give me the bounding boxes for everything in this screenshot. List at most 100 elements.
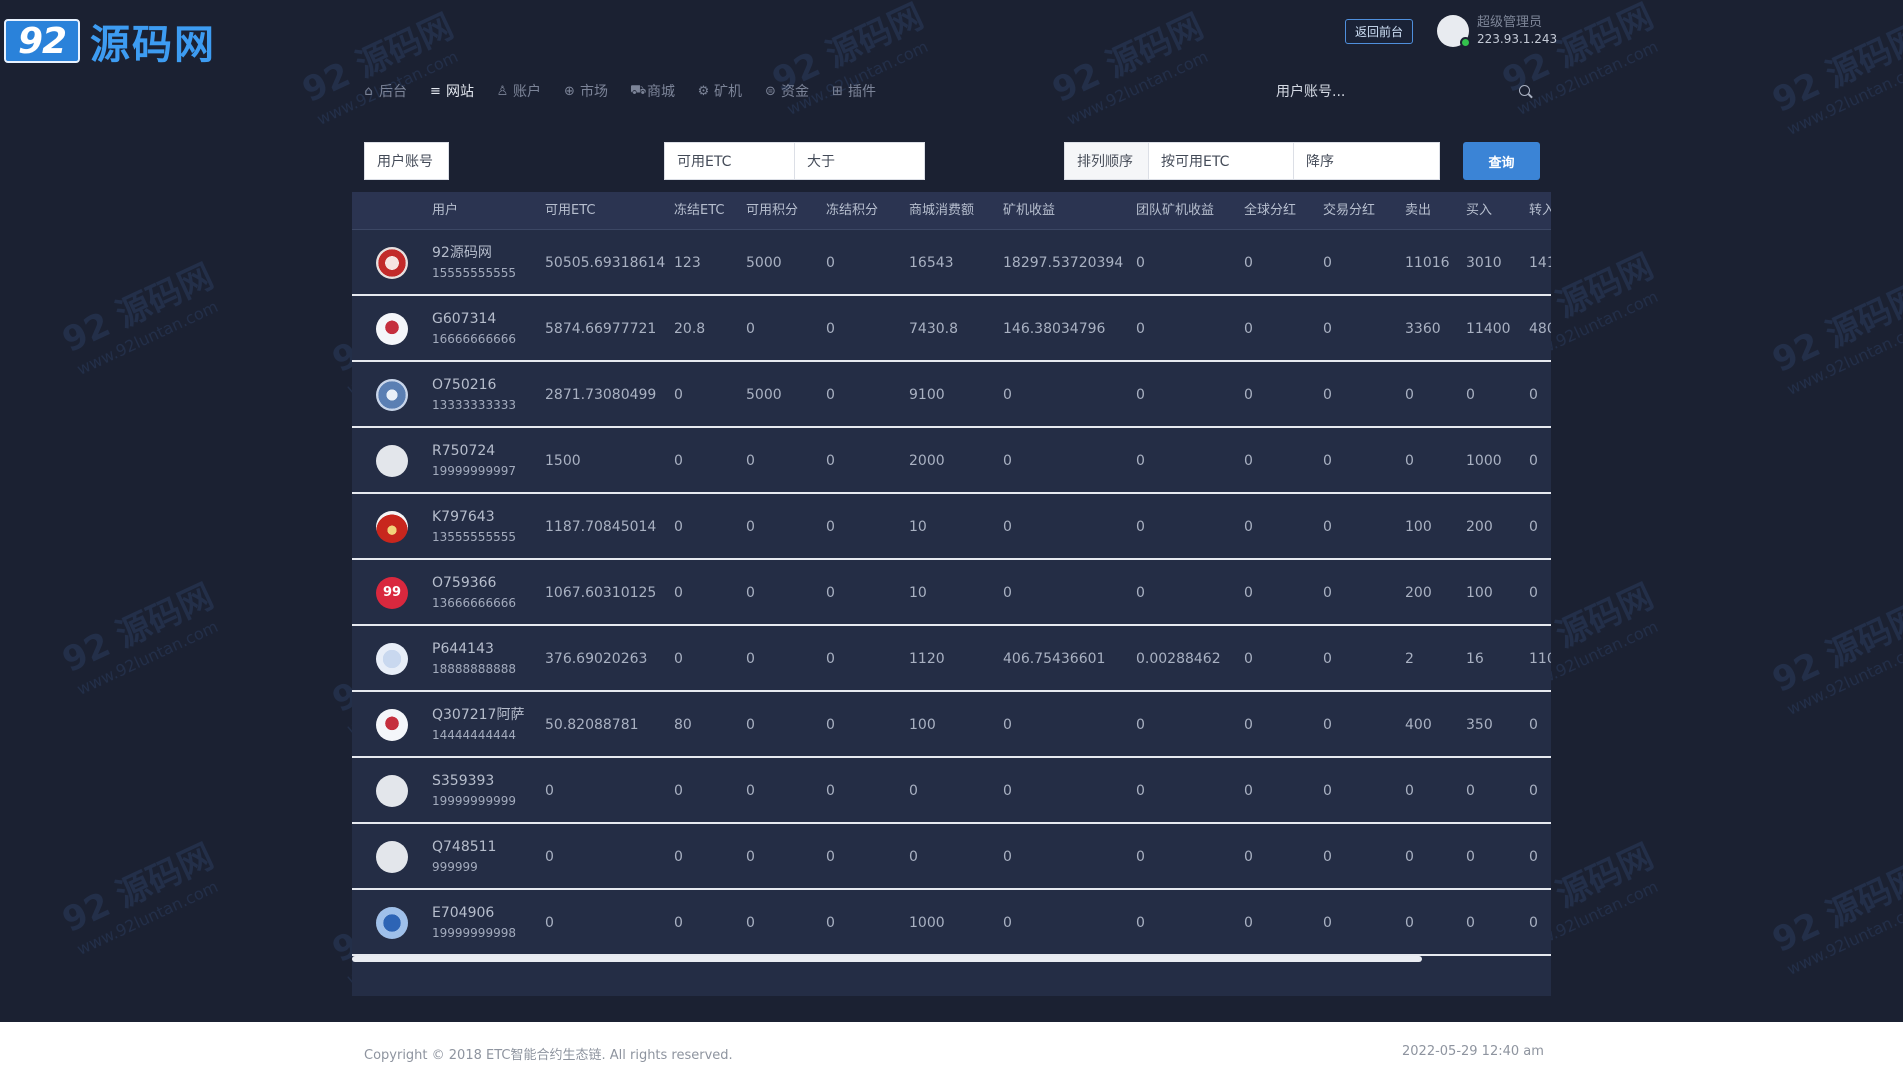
user-name[interactable]: Q307217阿萨 bbox=[432, 705, 524, 725]
scrollbar-thumb[interactable] bbox=[352, 956, 1422, 962]
avatar[interactable] bbox=[1437, 15, 1471, 48]
user-cell[interactable]: S359393 19999999999 bbox=[432, 771, 516, 811]
table-cell: 0 bbox=[1003, 849, 1012, 865]
table-cell: 0 bbox=[746, 783, 755, 799]
compare-select[interactable]: 大于 bbox=[794, 142, 925, 180]
column-header[interactable]: 矿机收益 bbox=[1003, 192, 1055, 230]
account-filter-input[interactable]: 用户账号 bbox=[364, 142, 449, 180]
column-header[interactable]: 卖出 bbox=[1405, 192, 1431, 230]
table-cell: 0 bbox=[1136, 453, 1145, 469]
table-cell: 0 bbox=[746, 453, 755, 469]
admin-profile[interactable]: 超级管理员 223.93.1.243 bbox=[1437, 14, 1557, 48]
user-cell[interactable]: O750216 13333333333 bbox=[432, 375, 516, 415]
table-cell: 0 bbox=[746, 915, 755, 931]
column-header[interactable]: 全球分红 bbox=[1244, 192, 1296, 230]
table-cell: 0 bbox=[545, 783, 554, 799]
nav-item-3[interactable]: ⊕ 市场 bbox=[563, 81, 608, 101]
user-cell[interactable]: R750724 19999999997 bbox=[432, 441, 516, 481]
user-cell[interactable]: P644143 18888888888 bbox=[432, 639, 516, 679]
table-row[interactable]: K797643 13555555555 1187.70845014 0 0 0 10 0 0 0 0… bbox=[352, 494, 1551, 560]
column-header[interactable]: 可用积分 bbox=[746, 192, 798, 230]
table-row[interactable]: 99 O759366 13666666666 1067.60310125 0 0 0 10 0 0… bbox=[352, 560, 1551, 626]
table-row[interactable]: P644143 18888888888 376.69020263 0 0 0 1120 406… bbox=[352, 626, 1551, 692]
query-button[interactable]: 查询 bbox=[1463, 142, 1540, 180]
footer: Copyright © 2018 ETC智能合约生态链. All rights … bbox=[0, 1022, 1903, 1082]
nav-item-1[interactable]: ≡ 网站 bbox=[429, 81, 474, 101]
user-cell[interactable]: Q307217阿萨 14444444444 bbox=[432, 705, 524, 745]
table-row[interactable]: E704906 19999999998 0 0 0 0 1000 0 0 0 0 0 0 0 bbox=[352, 890, 1551, 956]
table-cell: 0 bbox=[909, 849, 918, 865]
table-row[interactable]: G607314 16666666666 5874.66977721 20.8 0 0 743… bbox=[352, 296, 1551, 362]
user-cell[interactable]: 92源码网 15555555555 bbox=[432, 243, 516, 283]
sort-field-select[interactable]: 按可用ETC bbox=[1148, 142, 1294, 180]
column-header[interactable]: 商城消费额 bbox=[909, 192, 974, 230]
table-cell: 0 bbox=[1529, 585, 1538, 601]
user-name[interactable]: S359393 bbox=[432, 771, 516, 791]
table-cell: 0 bbox=[746, 321, 755, 337]
table-cell: 0 bbox=[1136, 321, 1145, 337]
column-header[interactable]: 可用ETC bbox=[545, 192, 595, 230]
table-cell: 0 bbox=[1003, 585, 1012, 601]
copyright-text: Copyright © 2018 ETC智能合约生态链. All rights … bbox=[364, 1048, 733, 1063]
table-cell: 480 bbox=[1529, 321, 1551, 337]
user-name[interactable]: O750216 bbox=[432, 375, 516, 395]
user-name[interactable]: E704906 bbox=[432, 903, 516, 923]
column-header[interactable]: 买入 bbox=[1466, 192, 1492, 230]
table-cell: 50.82088781 bbox=[545, 717, 639, 733]
table-row[interactable]: R750724 19999999997 1500 0 0 0 2000 0 0 0 0 0 1000 0 bbox=[352, 428, 1551, 494]
nav-item-6[interactable]: ⊜ 资金 bbox=[764, 81, 809, 101]
user-cell[interactable]: O759366 13666666666 bbox=[432, 573, 516, 613]
filter-bar: 用户账号 可用ETC 大于 排列顺序 按可用ETC 降序 bbox=[0, 142, 1903, 180]
column-header[interactable]: 冻结ETC bbox=[674, 192, 724, 230]
nav-item-5[interactable]: ⚙ 矿机 bbox=[697, 81, 742, 101]
user-cell[interactable]: E704906 19999999998 bbox=[432, 903, 516, 943]
watermark: 92 源码网www.92luntan.com bbox=[56, 576, 221, 699]
column-header[interactable]: 用户 bbox=[432, 192, 458, 230]
column-header[interactable]: 转入 bbox=[1529, 192, 1551, 230]
column-header[interactable]: 交易分红 bbox=[1323, 192, 1375, 230]
table-cell: 0 bbox=[674, 783, 683, 799]
nav-item-label: 商城 bbox=[647, 84, 675, 100]
horizontal-scrollbar[interactable] bbox=[352, 956, 1551, 964]
table-cell: 0 bbox=[1323, 453, 1332, 469]
nav-item-4[interactable]: ⛟ 商城 bbox=[630, 81, 675, 101]
table-cell: 16543 bbox=[909, 255, 954, 271]
nav-item-label: 网站 bbox=[446, 84, 474, 100]
user-name[interactable]: R750724 bbox=[432, 441, 516, 461]
user-phone: 16666666666 bbox=[432, 332, 516, 346]
nav-item-2[interactable]: ♙ 账户 bbox=[496, 81, 541, 101]
user-name[interactable]: 92源码网 bbox=[432, 243, 516, 263]
nav-item-0[interactable]: ⌂ 后台 bbox=[362, 81, 407, 101]
table-cell: 7430.8 bbox=[909, 321, 958, 337]
site-logo[interactable]: 92 源码网 bbox=[4, 12, 216, 70]
nav-item-label: 矿机 bbox=[714, 84, 742, 100]
column-header[interactable]: 团队矿机收益 bbox=[1136, 192, 1214, 230]
user-cell[interactable]: Q748511 999999 bbox=[432, 837, 496, 877]
table-cell: 0 bbox=[1323, 387, 1332, 403]
search-input[interactable] bbox=[1272, 84, 1518, 100]
table-row[interactable]: O750216 13333333333 2871.73080499 0 5000 0 910… bbox=[352, 362, 1551, 428]
table-row[interactable]: 92源码网 15555555555 50505.69318614 123 5000 0 16… bbox=[352, 230, 1551, 296]
user-name[interactable]: K797643 bbox=[432, 507, 516, 527]
avatar bbox=[376, 247, 408, 279]
table-cell: 2000 bbox=[909, 453, 945, 469]
table-row[interactable]: Q307217阿萨 14444444444 50.82088781 80 0 0 100 0 0… bbox=[352, 692, 1551, 758]
search-icon[interactable] bbox=[1518, 84, 1534, 100]
return-frontend-button[interactable]: 返回前台 bbox=[1345, 19, 1413, 44]
field-select[interactable]: 可用ETC bbox=[664, 142, 795, 180]
nav-item-7[interactable]: ⊞ 插件 bbox=[831, 81, 876, 101]
user-cell[interactable]: G607314 16666666666 bbox=[432, 309, 516, 349]
sort-direction-select[interactable]: 降序 bbox=[1293, 142, 1440, 180]
user-cell[interactable]: K797643 13555555555 bbox=[432, 507, 516, 547]
table-row[interactable]: Q748511 999999 0 0 0 0 0 0 0 0 0 0 0 0 bbox=[352, 824, 1551, 890]
table-cell: 0 bbox=[1323, 717, 1332, 733]
user-name[interactable]: G607314 bbox=[432, 309, 516, 329]
table-cell: 0 bbox=[746, 651, 755, 667]
user-name[interactable]: O759366 bbox=[432, 573, 516, 593]
table-cell: 10 bbox=[909, 585, 927, 601]
table-row[interactable]: S359393 19999999999 0 0 0 0 0 0 0 0 0 0 0 0 bbox=[352, 758, 1551, 824]
table-cell: 0 bbox=[1529, 453, 1538, 469]
user-name[interactable]: P644143 bbox=[432, 639, 516, 659]
user-name[interactable]: Q748511 bbox=[432, 837, 496, 857]
column-header[interactable]: 冻结积分 bbox=[826, 192, 878, 230]
